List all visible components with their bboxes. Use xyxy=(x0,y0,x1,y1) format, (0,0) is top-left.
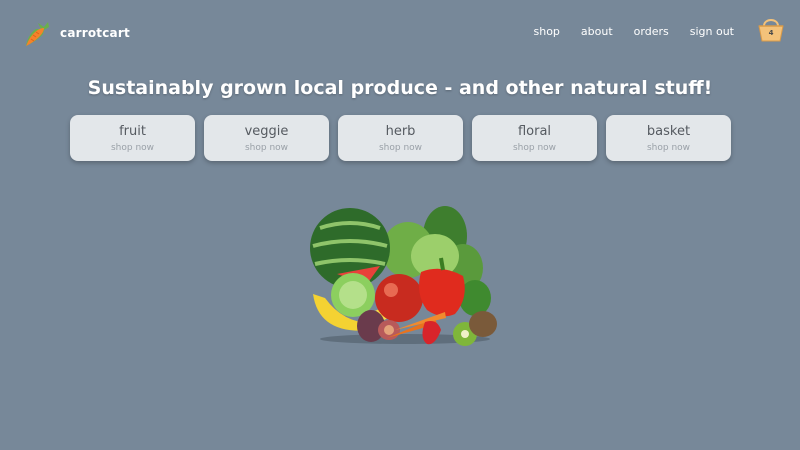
nav-orders[interactable]: orders xyxy=(634,25,669,38)
category-card-basket[interactable]: basket shop now xyxy=(606,115,731,161)
brand-name: carrotcart xyxy=(60,26,130,40)
nav-about[interactable]: about xyxy=(581,25,613,38)
category-link: shop now xyxy=(110,143,155,153)
cart-button[interactable]: 4 xyxy=(756,15,786,43)
category-card-herb[interactable]: herb shop now xyxy=(338,115,463,161)
category-list: fruit shop now veggie shop now herb shop… xyxy=(70,115,731,161)
category-title: veggie xyxy=(244,124,289,139)
category-title: fruit xyxy=(119,124,146,139)
category-link: shop now xyxy=(378,143,423,153)
carrot-icon xyxy=(26,22,49,46)
page-headline: Sustainably grown local produce - and ot… xyxy=(87,77,713,99)
main-nav: shop about orders sign out xyxy=(534,25,735,38)
category-title: floral xyxy=(517,124,552,139)
site-header: carrotcart shop about orders sign out 4 xyxy=(0,0,800,64)
category-card-veggie[interactable]: veggie shop now xyxy=(204,115,329,161)
category-card-fruit[interactable]: fruit shop now xyxy=(70,115,195,161)
category-title: herb xyxy=(385,124,416,139)
category-link: shop now xyxy=(646,143,691,153)
hero-image xyxy=(295,198,510,346)
nav-shop[interactable]: shop xyxy=(534,25,560,38)
logo-link[interactable]: carrotcart xyxy=(24,18,130,48)
category-link: shop now xyxy=(244,143,289,153)
nav-sign-out[interactable]: sign out xyxy=(690,25,734,38)
produce-illustration xyxy=(310,206,497,346)
category-link: shop now xyxy=(512,143,557,153)
cart-count: 4 xyxy=(768,29,774,37)
category-card-floral[interactable]: floral shop now xyxy=(472,115,597,161)
category-title: basket xyxy=(646,124,691,139)
